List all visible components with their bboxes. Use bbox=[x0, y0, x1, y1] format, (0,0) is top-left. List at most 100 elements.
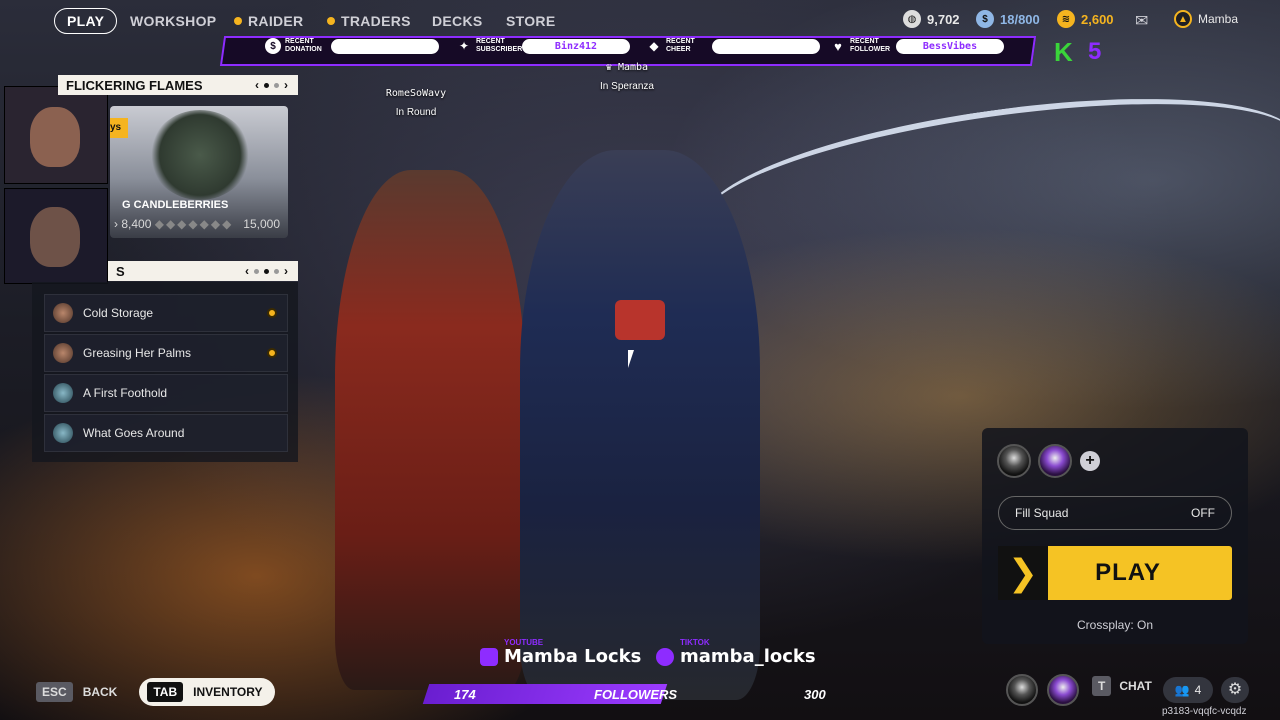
quest-item-greasing-her-palms[interactable]: Greasing Her Palms bbox=[44, 334, 288, 372]
webcam-feed-bottom bbox=[4, 188, 108, 284]
people-icon: 👥 bbox=[1174, 683, 1190, 697]
recent-subscriber-value: Binz412 bbox=[522, 38, 630, 54]
quest-item-a-first-foothold[interactable]: A First Foothold bbox=[44, 374, 288, 412]
back-button[interactable]: BACK bbox=[83, 685, 118, 699]
pager-dot bbox=[264, 82, 269, 88]
coin-icon: ◍ bbox=[903, 10, 921, 28]
event-progress-value: › 8,400 ◆◆◆◆◆◆◆ bbox=[114, 217, 234, 231]
mail-icon[interactable]: ✉ bbox=[1135, 11, 1148, 31]
diamond-icon: ◆ bbox=[649, 39, 659, 53]
quest-giver-avatar bbox=[53, 383, 73, 403]
event-item-name: G CANDLEBERRIES bbox=[122, 199, 229, 211]
candleberry-tree-image bbox=[150, 110, 250, 200]
chevron-left-icon[interactable]: ‹ bbox=[245, 264, 249, 278]
quest-label: What Goes Around bbox=[83, 426, 185, 440]
player-tag-name: ♛ Mamba bbox=[605, 62, 649, 73]
player-tag-status: In Speranza bbox=[600, 81, 654, 92]
profile-button[interactable]: ▲ Mamba bbox=[1174, 10, 1238, 28]
add-squad-member-icon[interactable]: + bbox=[1080, 451, 1100, 471]
credits-display: ≋ 2,600 bbox=[1057, 10, 1114, 28]
raider-character-right bbox=[520, 150, 760, 700]
recent-follower: ♥ RECENT FOLLOWER BessVibes bbox=[830, 38, 1004, 54]
event-card[interactable]: G CANDLEBERRIES › 8,400 ◆◆◆◆◆◆◆ 15,000 bbox=[110, 106, 288, 238]
player-tag-name: RomeSoWavy bbox=[385, 88, 447, 99]
recent-subscriber: ✦ RECENT SUBSCRIBER Binz412 bbox=[456, 38, 630, 54]
recent-donation-label: RECENT DONATION bbox=[285, 38, 322, 53]
quest-item-cold-storage[interactable]: Cold Storage bbox=[44, 294, 288, 332]
chevron-right-icon[interactable]: › bbox=[284, 264, 288, 278]
coins-display: ◍ 9,702 bbox=[903, 10, 960, 28]
recent-cheer: ◆ RECENT CHEER bbox=[646, 38, 820, 54]
notification-dot-icon bbox=[234, 17, 242, 25]
kick-count: 5 bbox=[1088, 38, 1102, 65]
friends-count: 4 bbox=[1194, 683, 1202, 697]
recent-cheer-value bbox=[712, 38, 820, 54]
quests-pager: ‹ › bbox=[245, 264, 288, 278]
play-button-label: PLAY bbox=[1095, 559, 1161, 586]
recent-donation-value bbox=[331, 38, 439, 54]
nav-store-tab[interactable]: STORE bbox=[506, 13, 555, 29]
player-tag-romesowavy: RomeSoWavy In Round bbox=[378, 88, 454, 118]
recent-follower-label: RECENT FOLLOWER bbox=[850, 38, 891, 53]
inventory-button[interactable]: TAB INVENTORY bbox=[139, 678, 275, 706]
chevron-right-icon: ❯ bbox=[998, 546, 1048, 600]
quest-item-what-goes-around[interactable]: What Goes Around bbox=[44, 414, 288, 452]
tracked-quest-icon bbox=[267, 308, 277, 318]
tiktok-handle: TIKTOK mamba_locks bbox=[656, 638, 816, 667]
chat-button[interactable]: T CHAT bbox=[1092, 676, 1152, 696]
fill-squad-value: OFF bbox=[1191, 506, 1215, 520]
pager-dot bbox=[264, 268, 269, 274]
nav-traders-tab[interactable]: TRADERS bbox=[327, 13, 411, 29]
event-panel-header: FLICKERING FLAMES ‹ › bbox=[58, 75, 298, 95]
tiktok-icon bbox=[656, 647, 674, 666]
fill-squad-toggle[interactable]: Fill Squad OFF bbox=[998, 496, 1232, 530]
friends-button[interactable]: 👥 4 bbox=[1163, 677, 1213, 703]
chevron-right-icon[interactable]: › bbox=[284, 78, 288, 92]
squad-member-avatar[interactable] bbox=[1038, 444, 1072, 478]
quest-giver-avatar bbox=[53, 343, 73, 363]
squad-member-avatar[interactable] bbox=[1006, 674, 1038, 706]
chevron-left-icon[interactable]: ‹ bbox=[255, 78, 259, 92]
star-icon: ✦ bbox=[458, 39, 470, 53]
player-tag-mamba: ♛ Mamba In Speranza bbox=[592, 62, 662, 92]
streamer-face bbox=[30, 207, 80, 267]
tab-key: TAB bbox=[147, 682, 184, 702]
fill-squad-label: Fill Squad bbox=[1015, 506, 1069, 520]
crown-icon: ♛ bbox=[605, 62, 618, 73]
pager-dot bbox=[274, 268, 279, 274]
credits-icon: ≋ bbox=[1057, 10, 1075, 28]
youtube-handle: YOUTUBE Mamba Locks bbox=[480, 638, 642, 667]
raider-character-left bbox=[335, 170, 525, 690]
event-progress-target: 15,000 bbox=[243, 217, 280, 231]
nav-raider-tab[interactable]: RAIDER bbox=[234, 13, 303, 29]
tiktok-name: mamba_locks bbox=[680, 646, 816, 667]
event-pager: ‹ › bbox=[255, 78, 288, 92]
coins-value: 9,702 bbox=[927, 11, 960, 27]
player-tag-status: In Round bbox=[395, 107, 437, 118]
quest-giver-avatar bbox=[53, 303, 73, 323]
pager-dot bbox=[274, 82, 279, 88]
webcam-feed-top bbox=[4, 86, 108, 184]
quest-list: Cold Storage Greasing Her Palms A First … bbox=[32, 282, 298, 462]
youtube-name: Mamba Locks bbox=[504, 646, 642, 667]
event-progress: › 8,400 ◆◆◆◆◆◆◆ 15,000 bbox=[114, 217, 280, 231]
token-icon: $ bbox=[976, 10, 994, 28]
kick-logo-icon: K bbox=[1054, 37, 1073, 67]
nav-play-tab[interactable]: PLAY bbox=[54, 8, 118, 34]
notification-dot-icon bbox=[327, 17, 335, 25]
followers-goal-bar: 174 FOLLOWERS 300 bbox=[422, 684, 836, 704]
followers-label: FOLLOWERS bbox=[594, 686, 678, 702]
credits-value: 2,600 bbox=[1081, 11, 1114, 27]
youtube-tag: YOUTUBE bbox=[504, 638, 544, 647]
squad-member-avatar[interactable] bbox=[1047, 674, 1079, 706]
quest-label: A First Foothold bbox=[83, 386, 168, 400]
recent-cheer-label: RECENT CHEER bbox=[666, 38, 695, 53]
quests-title: S bbox=[116, 263, 125, 279]
squad-member-avatar[interactable] bbox=[997, 444, 1031, 478]
gear-icon[interactable]: ⚙ bbox=[1221, 677, 1249, 703]
nav-workshop-tab[interactable]: WORKSHOP bbox=[130, 13, 216, 29]
nav-decks-tab[interactable]: DECKS bbox=[432, 13, 483, 29]
esc-key[interactable]: ESC bbox=[36, 682, 73, 702]
play-button[interactable]: ❯ PLAY bbox=[998, 546, 1232, 600]
heart-icon: ♥ bbox=[834, 38, 842, 54]
